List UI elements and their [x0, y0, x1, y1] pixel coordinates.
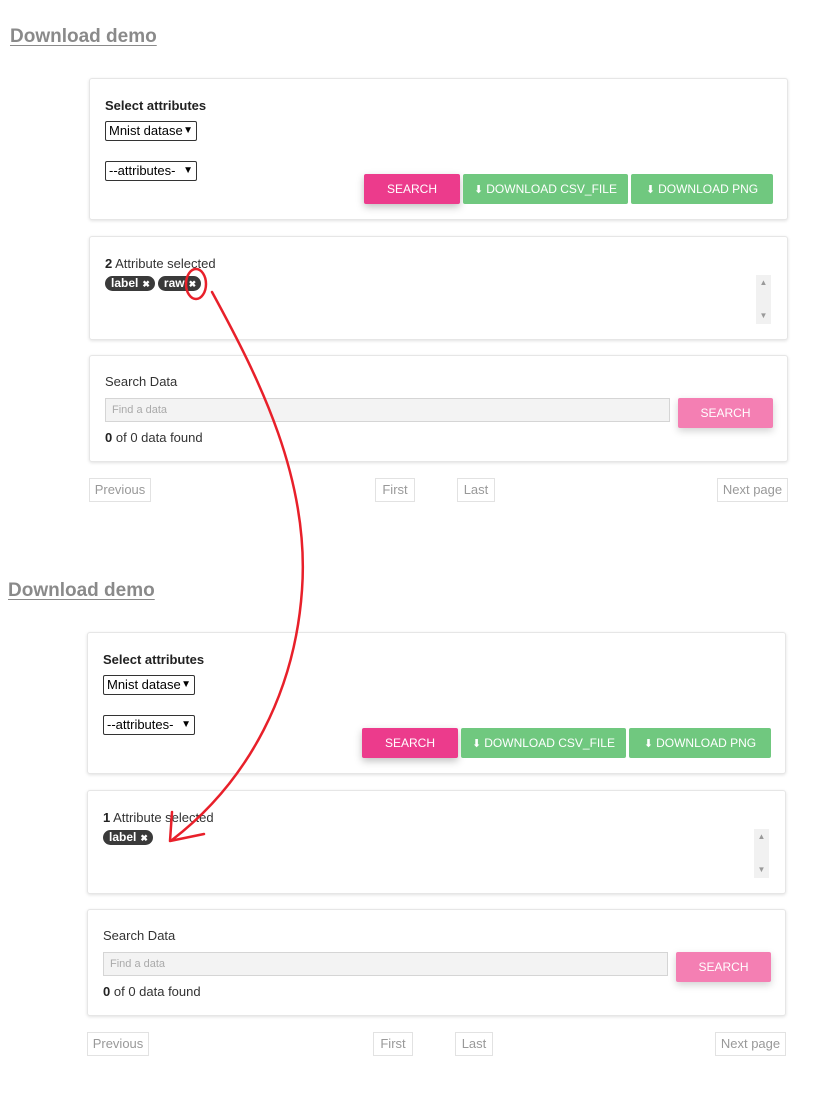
- dataset-select-value: Mnist datase: [109, 123, 183, 138]
- download-csv-button[interactable]: ⬇ DOWNLOAD CSV_FILE: [463, 174, 628, 204]
- attribute-count: 2: [105, 256, 113, 271]
- chevron-down-icon: ▼: [183, 125, 193, 136]
- first-page-button[interactable]: First: [375, 478, 415, 502]
- next-page-button[interactable]: Next page: [715, 1032, 786, 1056]
- download-png-label: DOWNLOAD PNG: [658, 182, 759, 196]
- search-input[interactable]: [105, 398, 670, 422]
- attributes-select-value: --attributes-: [107, 717, 174, 732]
- attribute-tag: label ✖: [103, 830, 153, 845]
- results-count-label: of 0 data found: [115, 430, 203, 445]
- dataset-select[interactable]: Mnist datase ▼: [103, 675, 195, 695]
- last-page-button[interactable]: Last: [457, 478, 495, 502]
- search-data-card: Search Data SEARCH 0 of 0 data found: [89, 355, 788, 462]
- download-demo-link[interactable]: Download demo: [8, 580, 155, 602]
- select-attributes-card: Select attributes Mnist datase ▼ --attri…: [89, 78, 788, 220]
- attribute-count-label: Attribute selected: [113, 810, 214, 825]
- close-icon[interactable]: ✖: [189, 279, 197, 289]
- search-data-label: Search Data: [105, 374, 178, 389]
- dataset-select-value: Mnist datase: [107, 677, 181, 692]
- chevron-down-icon: ▼: [183, 165, 193, 176]
- attribute-count-label: Attribute selected: [115, 256, 216, 271]
- first-page-button[interactable]: First: [373, 1032, 413, 1056]
- chevron-down-icon: ▼: [181, 719, 191, 730]
- tag-label: label: [109, 830, 137, 844]
- search-data-button-label: SEARCH: [700, 406, 751, 420]
- download-csv-label: DOWNLOAD CSV_FILE: [484, 736, 615, 750]
- search-data-label: Search Data: [103, 928, 176, 943]
- screenshot-before: Download demo Select attributes Mnist da…: [0, 0, 834, 554]
- download-icon: ⬇: [474, 184, 484, 196]
- selected-attributes-card: 2 Attribute selected label ✖ raw ✖ ▲ ▼: [89, 236, 788, 340]
- search-data-card: Search Data SEARCH 0 of 0 data found: [87, 909, 786, 1016]
- download-png-button[interactable]: ⬇ DOWNLOAD PNG: [629, 728, 771, 758]
- next-page-button[interactable]: Next page: [717, 478, 788, 502]
- search-button[interactable]: SEARCH: [362, 728, 458, 758]
- attribute-tags: label ✖ raw ✖: [105, 276, 204, 292]
- attribute-count-line: 1 Attribute selected: [103, 810, 214, 825]
- previous-page-button[interactable]: Previous: [87, 1032, 149, 1056]
- search-input[interactable]: [103, 952, 668, 976]
- attributes-select-value: --attributes-: [109, 163, 176, 178]
- attribute-count: 1: [103, 810, 111, 825]
- results-count-line: 0 of 0 data found: [105, 430, 203, 445]
- scrollbar[interactable]: ▲ ▼: [756, 275, 771, 324]
- results-count: 0: [105, 430, 113, 445]
- scroll-up-icon[interactable]: ▲: [756, 277, 771, 289]
- attribute-count-line: 2 Attribute selected: [105, 256, 216, 271]
- previous-page-button[interactable]: Previous: [89, 478, 151, 502]
- search-data-button-label: SEARCH: [698, 960, 749, 974]
- download-csv-button[interactable]: ⬇ DOWNLOAD CSV_FILE: [461, 728, 626, 758]
- close-icon[interactable]: ✖: [140, 833, 148, 843]
- screenshot-after: Download demo Select attributes Mnist da…: [0, 554, 834, 1108]
- attributes-select[interactable]: --attributes- ▼: [103, 715, 195, 735]
- download-icon: ⬇: [643, 738, 654, 750]
- scroll-up-icon[interactable]: ▲: [754, 831, 769, 843]
- search-button[interactable]: SEARCH: [364, 174, 460, 204]
- results-count-line: 0 of 0 data found: [103, 984, 201, 999]
- search-button-label: SEARCH: [384, 736, 435, 750]
- download-png-label: DOWNLOAD PNG: [656, 736, 757, 750]
- select-attributes-label: Select attributes: [105, 98, 207, 113]
- last-page-button[interactable]: Last: [455, 1032, 493, 1056]
- search-data-button[interactable]: SEARCH: [676, 952, 771, 982]
- attribute-tag: raw ✖: [157, 276, 202, 291]
- scrollbar[interactable]: ▲ ▼: [754, 829, 769, 878]
- attribute-tags: label ✖: [103, 830, 156, 846]
- close-icon[interactable]: ✖: [142, 279, 150, 289]
- scroll-down-icon[interactable]: ▼: [756, 310, 771, 322]
- attribute-tag: label ✖: [105, 276, 155, 291]
- chevron-down-icon: ▼: [181, 679, 191, 690]
- download-icon: ⬇: [645, 184, 656, 196]
- attributes-select[interactable]: --attributes- ▼: [105, 161, 197, 181]
- download-csv-label: DOWNLOAD CSV_FILE: [486, 182, 617, 196]
- tag-label: label: [111, 276, 139, 290]
- select-attributes-label: Select attributes: [103, 652, 205, 667]
- results-count-label: of 0 data found: [113, 984, 201, 999]
- search-button-label: SEARCH: [386, 182, 437, 196]
- download-demo-link[interactable]: Download demo: [10, 26, 157, 48]
- scroll-down-icon[interactable]: ▼: [754, 864, 769, 876]
- results-count: 0: [103, 984, 111, 999]
- search-data-button[interactable]: SEARCH: [678, 398, 773, 428]
- select-attributes-card: Select attributes Mnist datase ▼ --attri…: [87, 632, 786, 774]
- tag-label: raw: [163, 276, 185, 290]
- dataset-select[interactable]: Mnist datase ▼: [105, 121, 197, 141]
- selected-attributes-card: 1 Attribute selected label ✖ ▲ ▼: [87, 790, 786, 894]
- download-icon: ⬇: [472, 738, 482, 750]
- download-png-button[interactable]: ⬇ DOWNLOAD PNG: [631, 174, 773, 204]
